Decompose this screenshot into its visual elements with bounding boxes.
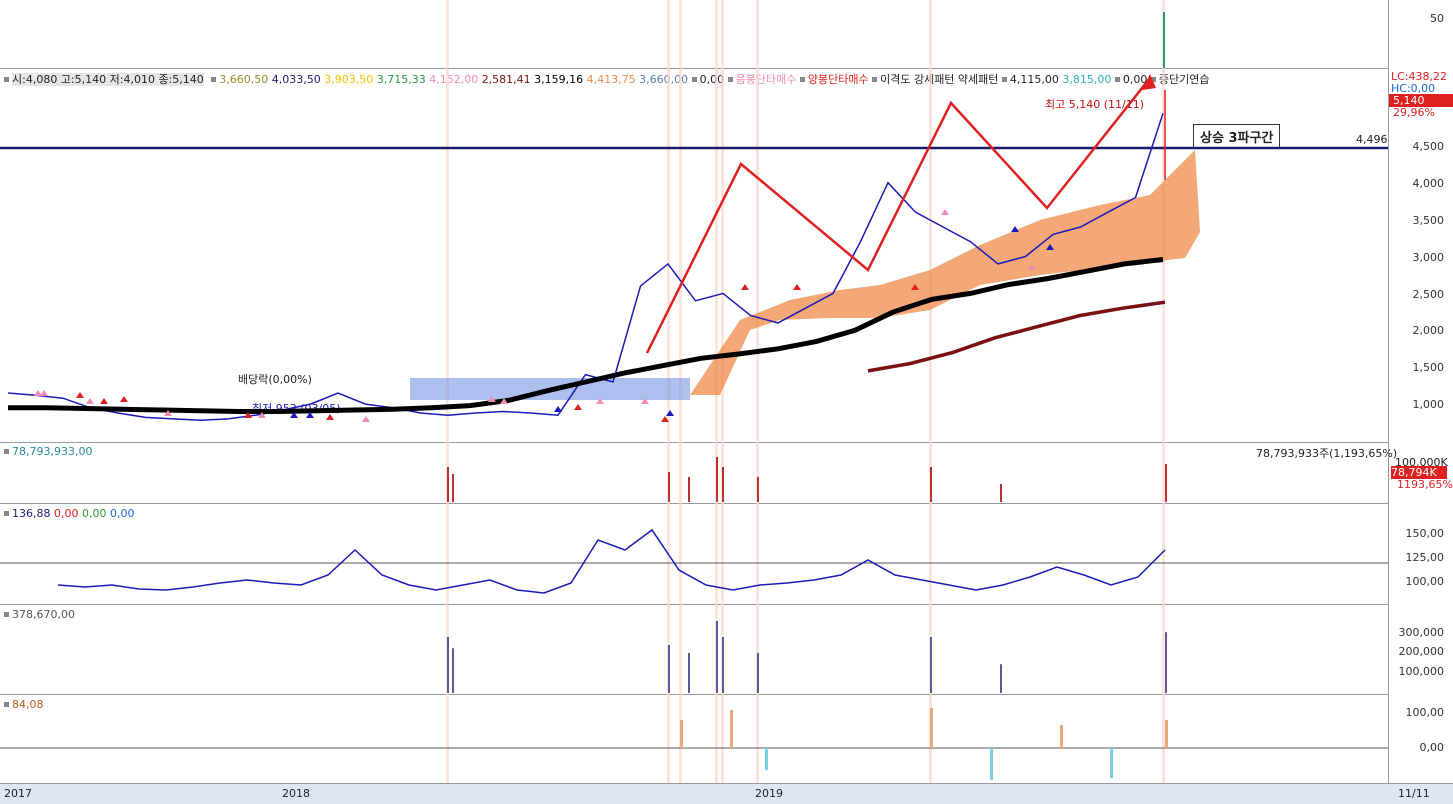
macd-bar (930, 708, 933, 748)
price-tick: 1,500 (1412, 361, 1445, 374)
volume-bar (447, 467, 449, 502)
volume-bar (1165, 464, 1167, 502)
price-tick: 3,000 (1412, 251, 1445, 264)
buy-arrow (741, 284, 749, 290)
macd-bar (1060, 725, 1063, 748)
amount-tick: 100,000 (1398, 665, 1445, 678)
x-label: 2018 (282, 787, 310, 800)
price-tick: 2,500 (1412, 288, 1445, 301)
top-mini-tick: 50 (1430, 12, 1444, 25)
price-axis: LC:438,22 HC:0,00 5,140 29,96% 4,500 4,0… (1388, 68, 1453, 442)
buy-arrow (793, 284, 801, 290)
macd-tick: 100,00 (1405, 706, 1445, 719)
pink-arrow (941, 209, 949, 215)
buy-arrow (76, 392, 84, 398)
buy-arrow (100, 398, 108, 404)
macd-bar (680, 720, 683, 748)
buy-arrow-blue (1011, 226, 1019, 232)
pink-arrow (362, 416, 370, 422)
amount-bar (1000, 664, 1002, 693)
amount-bar (688, 653, 690, 693)
volume-bar (1000, 484, 1002, 502)
amount-bar (930, 637, 932, 693)
osc-axis: 150,00 125,00 100,00 (1388, 503, 1453, 604)
top-volume-bar (1163, 12, 1165, 68)
macd-bar (1110, 748, 1113, 778)
price-tick: 4,000 (1412, 177, 1445, 190)
volume-axis: 100,000K 78,794K 1193,65% (1388, 442, 1453, 503)
volume-bar (716, 457, 718, 502)
volume-bar (452, 474, 454, 502)
x-axis: 2017 2018 2019 11/11 (0, 783, 1453, 804)
amount-bar (668, 645, 670, 693)
macd-bar (990, 748, 993, 780)
x-label: 2019 (755, 787, 783, 800)
osc-line (57, 528, 1166, 594)
top-mini-axis: 50 (1388, 0, 1453, 68)
amount-tick: 300,000 (1398, 626, 1445, 639)
buy-arrow-blue (554, 406, 562, 412)
x-label: 11/11 (1398, 787, 1430, 800)
chart-drawing (0, 0, 1388, 783)
amount-tick: 200,000 (1398, 645, 1445, 658)
buy-arrow (326, 414, 334, 420)
buy-arrow (574, 404, 582, 410)
buy-arrow (120, 396, 128, 402)
macd-bar (765, 748, 768, 770)
price-tick: 2,000 (1412, 324, 1445, 337)
amount-bar (722, 637, 724, 693)
pink-arrow (86, 398, 94, 404)
price-tick: 3,500 (1412, 214, 1445, 227)
volume-bar (688, 477, 690, 502)
amount-axis: 300,000 200,000 100,000 (1388, 604, 1453, 694)
wave-arrowhead (1142, 74, 1156, 90)
amount-bar (757, 653, 759, 693)
macd-bar (1165, 720, 1168, 748)
pct-box: 29,96% (1393, 106, 1435, 119)
macd-bar (730, 710, 733, 748)
amount-bar (447, 637, 449, 693)
osc-tick: 100,00 (1405, 575, 1445, 588)
volume-bar (757, 477, 759, 502)
volume-bar (722, 467, 724, 502)
price-tick: 4,500 (1412, 140, 1445, 153)
pink-arrow (40, 390, 48, 396)
volume-bar (930, 467, 932, 502)
macd-tick: 0,00 (1419, 741, 1445, 754)
amount-bar (716, 621, 718, 693)
macd-axis: 100,00 0,00 (1388, 694, 1453, 783)
amount-bar (452, 648, 454, 693)
x-label: 2017 (4, 787, 32, 800)
osc-tick: 125,00 (1405, 551, 1445, 564)
amount-bar (1165, 632, 1167, 693)
price-tick: 1,000 (1412, 398, 1445, 411)
volume-pct: 1193,65% (1397, 478, 1453, 491)
volume-bar (668, 472, 670, 502)
osc-tick: 150,00 (1405, 527, 1445, 540)
